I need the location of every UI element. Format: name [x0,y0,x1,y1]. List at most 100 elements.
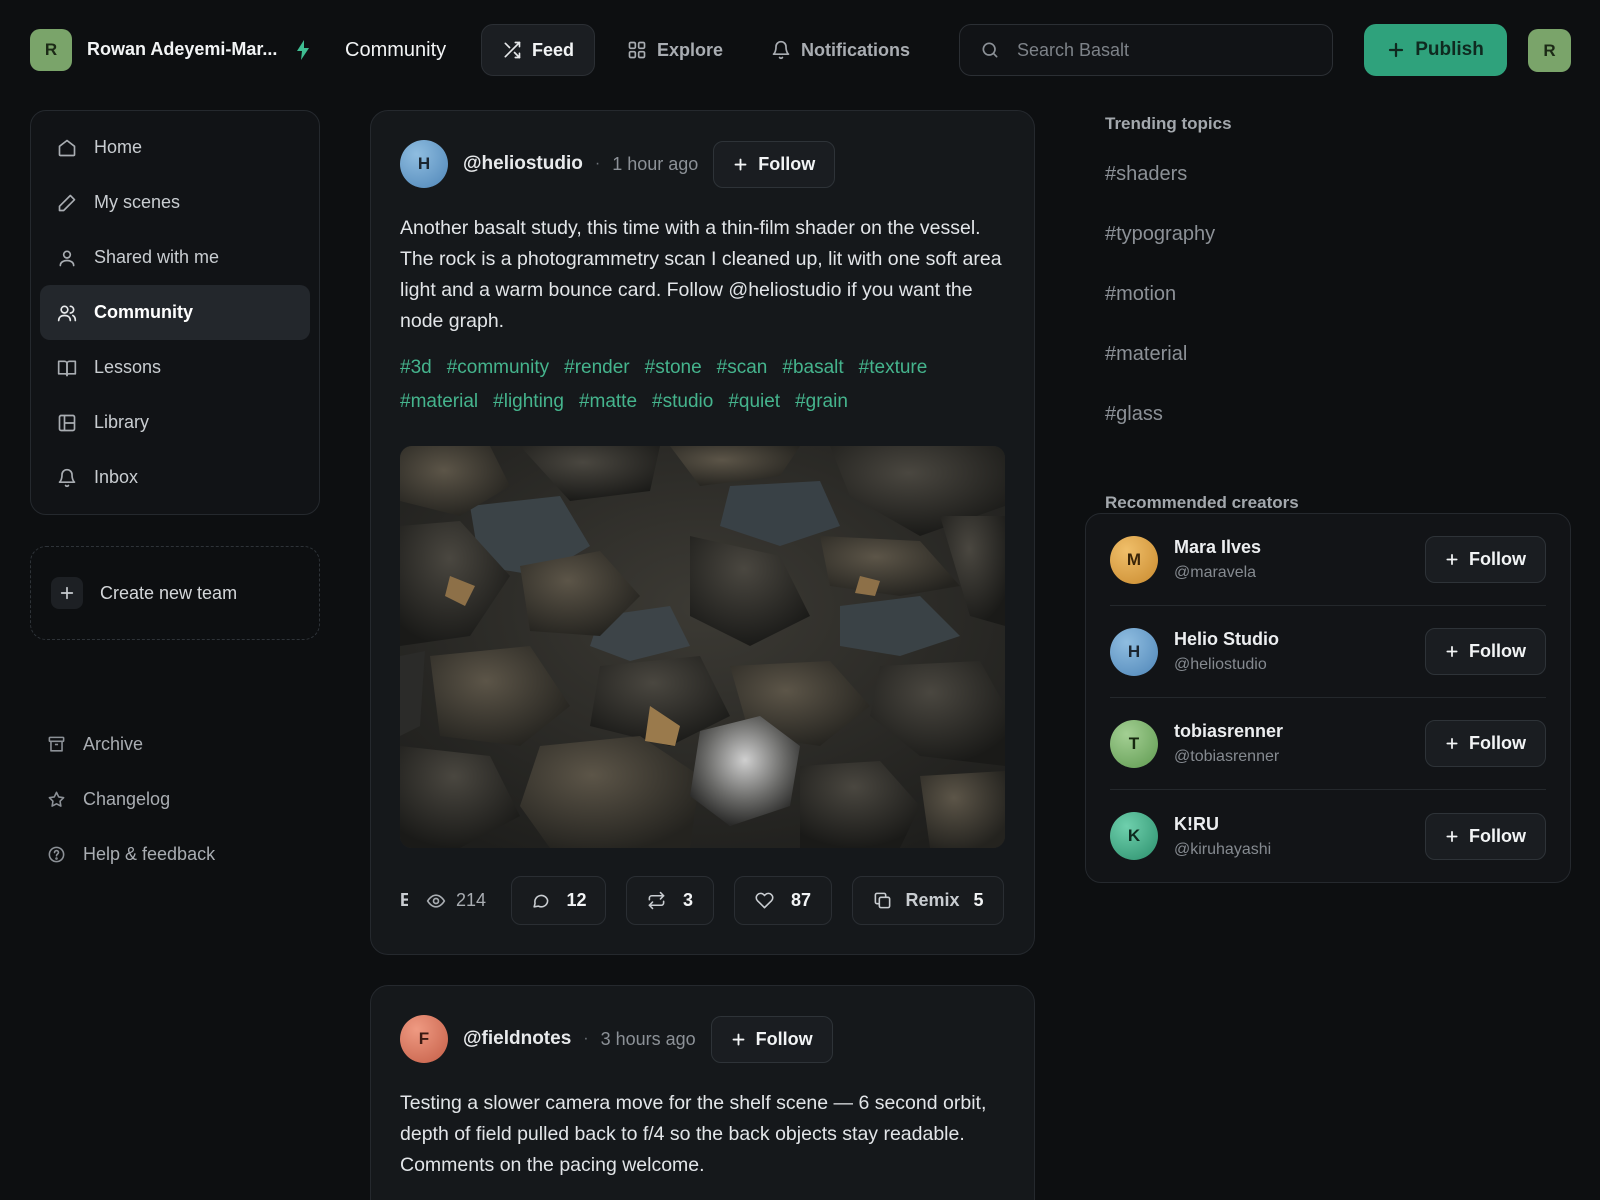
tag-link[interactable]: #basalt [782,357,843,379]
workspace-avatar[interactable]: R [30,29,72,71]
comment-icon [532,894,548,908]
create-team-button[interactable]: Create new team [30,546,320,640]
tab-explore[interactable]: Explore [607,24,743,76]
pencil-icon [58,194,76,211]
library-icon [58,414,76,431]
sidebar-item-label: Shared with me [94,247,220,267]
avatar[interactable]: F [400,1015,448,1063]
like-button[interactable]: 87 [734,876,833,925]
post-timestamp: 3 hours ago [600,1028,696,1049]
separator-dot: · [583,1030,589,1047]
sidebar-item-library[interactable]: Library [40,395,310,450]
post-author-handle[interactable]: @fieldnotes [463,1028,571,1050]
like-count: 87 [791,890,812,910]
follow-label: Follow [755,1028,813,1049]
view-count: 214 [426,890,486,911]
tag-link[interactable]: #scan [717,357,768,379]
post-tags: #3d #community #render #stone #scan #bas… [400,357,1010,413]
tag-link[interactable]: #quiet [728,391,780,413]
post-author-handle[interactable]: @heliostudio [463,153,583,175]
avatar[interactable]: T [1110,719,1158,768]
tab-feed-label: Feed [531,39,574,60]
feed-post: H @heliostudio · 1 hour ago Follow Anoth… [370,110,1035,955]
avatar[interactable]: H [400,140,448,188]
creator-name[interactable]: Mara Ilves [1174,537,1425,558]
creator-handle: @maravela [1174,564,1257,581]
tag-link[interactable]: #matte [579,391,637,413]
help-link[interactable]: Help & feedback [38,827,328,882]
follow-button[interactable]: Follow [1425,720,1546,767]
trending-topic[interactable]: #shaders [1105,144,1575,204]
trending-topic[interactable]: #glass [1105,384,1575,444]
tag-link[interactable]: #render [564,357,630,379]
sidebar-item-inbox[interactable]: Inbox [40,450,310,505]
post-body: Another basalt study, this time with a t… [400,217,1002,332]
creator-handle: @tobiasrenner [1174,748,1280,765]
creator-handle: @heliostudio [1174,656,1267,673]
changelog-label: Changelog [83,789,171,809]
remix-count: 5 [973,890,984,910]
sidebar-item-home[interactable]: Home [40,120,310,175]
trending-title: Trending topics [1105,114,1232,133]
tab-explore-label: Explore [657,39,724,60]
changelog-link[interactable]: Changelog [38,772,328,827]
search-input[interactable] [1017,39,1297,61]
follow-label: Follow [1469,825,1526,846]
create-team-label: Create new team [100,582,238,603]
tab-notifications[interactable]: Notifications [751,24,930,76]
tag-link[interactable]: #studio [652,391,713,413]
follow-button[interactable]: Follow [1425,536,1546,583]
follow-button[interactable]: Follow [1425,812,1546,860]
bell-icon [58,468,76,487]
tag-link[interactable]: #3d [400,357,432,379]
creator-name[interactable]: K!RU [1174,814,1425,835]
sidebar-item-my-scenes[interactable]: My scenes [40,175,310,230]
copy-icon [874,892,890,909]
trending-topic[interactable]: #typography [1105,204,1575,264]
archive-icon [48,736,65,752]
follow-button[interactable]: Follow [713,140,836,188]
avatar[interactable]: K [1110,812,1158,860]
tag-link[interactable]: #community [447,357,549,379]
plus-icon [1446,645,1458,658]
sidebar-item-lessons[interactable]: Lessons [40,340,310,395]
tag-link[interactable]: #stone [645,357,702,379]
tag-link[interactable]: #grain [795,391,848,413]
repost-button[interactable]: 3 [626,876,715,925]
avatar[interactable]: H [1110,627,1158,676]
tag-link[interactable]: #lighting [493,391,564,413]
trending-topic[interactable]: #material [1105,324,1575,384]
sidebar-item-shared[interactable]: Shared with me [40,230,310,285]
top-bar: R Rowan Adeyemi-Mar... Community Feed Ex… [0,0,1600,100]
trending-topic[interactable]: #motion [1105,264,1575,324]
workspace-name[interactable]: Rowan Adeyemi-Mar... [87,39,277,60]
user-avatar[interactable]: R [1528,29,1571,72]
publish-button[interactable]: Publish [1364,24,1507,76]
search-box[interactable] [959,24,1333,76]
views-value: 214 [456,890,487,910]
avatar[interactable]: M [1110,535,1158,584]
tag-link[interactable]: #material [400,391,478,413]
help-icon [48,846,65,863]
section-title: Community [345,39,447,61]
follow-button[interactable]: Follow [1425,628,1546,675]
archive-link[interactable]: Archive [38,717,328,772]
home-icon [58,139,76,156]
post-image[interactable] [400,446,1005,848]
remix-button[interactable]: Remix 5 [852,876,1005,925]
comment-count: 12 [566,890,587,910]
tab-feed[interactable]: Feed [481,24,595,76]
tag-link[interactable]: #texture [859,357,928,379]
follow-label: Follow [1469,733,1526,753]
repost-count: 3 [683,890,694,910]
creator-name[interactable]: Helio Studio [1174,629,1425,650]
sidebar-item-community[interactable]: Community [40,285,310,340]
creator-row: T tobiasrenner @tobiasrenner Follow [1110,698,1546,790]
comment-button[interactable]: 12 [511,876,607,925]
separator-dot: · [594,155,601,172]
tab-notifications-label: Notifications [801,39,911,60]
sidebar-item-label: My scenes [94,192,181,212]
creator-name[interactable]: tobiasrenner [1174,721,1425,742]
follow-button[interactable]: Follow [710,1015,833,1063]
rock-photo [400,446,1005,848]
